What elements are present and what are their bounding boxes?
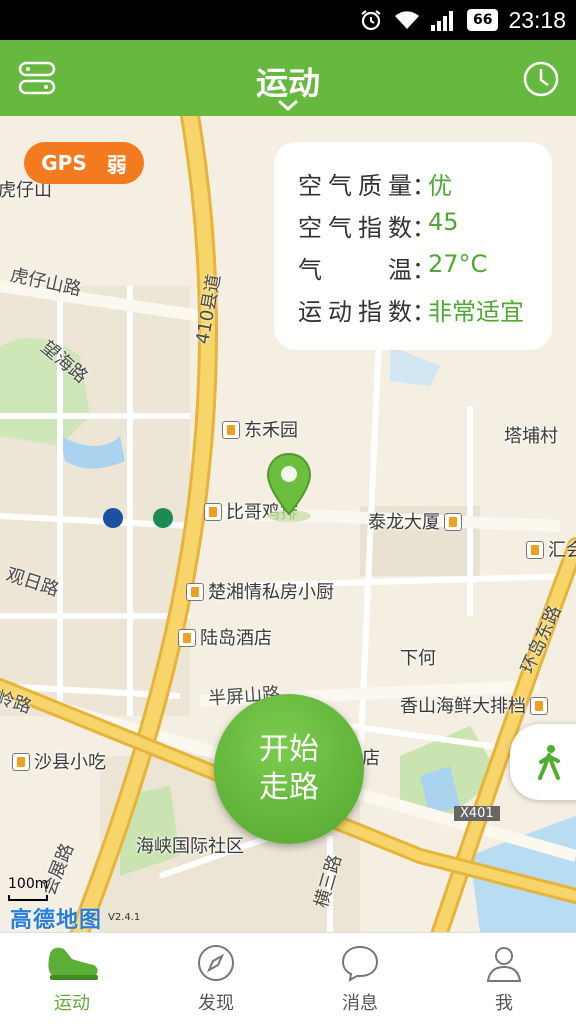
nav-label: 消息 bbox=[342, 993, 378, 1014]
info-value: 非常适宜 bbox=[428, 298, 524, 326]
hotel-icon bbox=[178, 629, 196, 647]
nav-label: 发现 bbox=[198, 993, 234, 1014]
chevron-down-icon[interactable] bbox=[276, 98, 300, 112]
poi-ludao-hotel[interactable]: 陆岛酒店 bbox=[178, 624, 272, 650]
gps-strength: 弱 bbox=[106, 152, 127, 177]
history-button[interactable] bbox=[522, 60, 560, 98]
map-label: X401 bbox=[454, 806, 500, 821]
poi-tailong-dasha[interactable]: 泰龙大厦 bbox=[368, 508, 466, 534]
wifi-icon bbox=[394, 11, 419, 29]
battery-indicator: 66 bbox=[466, 9, 499, 31]
temperature-row: 气温 ： 27°C bbox=[298, 250, 552, 292]
person-icon bbox=[486, 947, 522, 982]
restaurant-icon bbox=[204, 503, 222, 521]
restaurant-icon bbox=[186, 583, 204, 601]
chat-bubble-icon bbox=[341, 945, 379, 982]
poi-hui[interactable]: 汇会 bbox=[526, 536, 576, 562]
nav-item-discover[interactable]: 发现 bbox=[144, 933, 288, 1024]
map-scale: 100m bbox=[8, 876, 49, 892]
compass-icon bbox=[198, 945, 234, 981]
map-label: 塔埔村 bbox=[504, 426, 558, 447]
status-bar: 66 23:18 bbox=[0, 0, 576, 40]
info-key: 空气质量 bbox=[298, 172, 412, 200]
info-separator: ： bbox=[412, 256, 436, 284]
app-header: 运动 bbox=[0, 40, 576, 116]
air-quality-row: 空气质量 ： 优 bbox=[298, 166, 552, 208]
map-label: 下何 bbox=[400, 648, 436, 669]
info-separator: ： bbox=[412, 298, 436, 326]
map-label: 海峡国际社区 bbox=[136, 836, 244, 857]
info-value: 优 bbox=[428, 172, 452, 200]
map-logo: 高德地图 bbox=[10, 908, 103, 932]
clock-icon bbox=[523, 61, 559, 97]
poi-chuxiang[interactable]: 楚湘情私房小厨 bbox=[186, 578, 334, 604]
nav-item-me[interactable]: 我 bbox=[432, 933, 576, 1024]
poi-xiangshan[interactable]: 香山海鲜大排档 bbox=[400, 692, 552, 718]
start-walking-label: 开始走路 bbox=[259, 732, 319, 805]
map-version: V2.4.1 bbox=[108, 912, 141, 923]
poi-donghe-yuan[interactable]: 东禾园 bbox=[222, 416, 298, 442]
nav-item-messages[interactable]: 消息 bbox=[288, 933, 432, 1024]
gps-status-badge: GPS 弱 bbox=[24, 142, 144, 184]
info-value: 27°C bbox=[428, 250, 488, 278]
sneaker-icon bbox=[48, 947, 98, 980]
nav-item-exercise[interactable]: 运动 bbox=[0, 933, 144, 1024]
nav-label: 我 bbox=[495, 993, 513, 1014]
restaurant-icon bbox=[12, 753, 30, 771]
info-separator: ： bbox=[412, 172, 436, 200]
info-value: 45 bbox=[428, 208, 459, 236]
walking-person-icon bbox=[538, 745, 560, 780]
restaurant-icon bbox=[530, 697, 548, 715]
info-separator: ： bbox=[412, 214, 436, 242]
residence-icon bbox=[222, 421, 240, 439]
environment-info-card: 空气质量 ： 优 空气指数 ： 45 气温 ： 27°C 运动指数 ： 非常适宜 bbox=[274, 142, 552, 350]
info-key: 运动指数 bbox=[298, 298, 412, 326]
map-scale-bar bbox=[8, 895, 48, 901]
alarm-icon bbox=[361, 10, 381, 31]
exercise-index-row: 运动指数 ： 非常适宜 bbox=[298, 292, 552, 334]
nav-label: 运动 bbox=[54, 993, 90, 1014]
walk-mode-tab[interactable] bbox=[510, 724, 576, 800]
building-icon bbox=[526, 541, 544, 559]
map-label: 店 bbox=[362, 748, 380, 769]
bottom-nav: 运动 发现 消息 我 bbox=[0, 932, 576, 1024]
building-icon bbox=[444, 513, 462, 531]
start-walking-button[interactable]: 开始走路 bbox=[214, 694, 364, 844]
gps-label: GPS bbox=[41, 151, 87, 175]
poi-shaxian[interactable]: 沙县小吃 bbox=[12, 748, 106, 774]
signal-icon bbox=[430, 11, 453, 31]
info-key: 空气指数 bbox=[298, 214, 412, 242]
air-index-row: 空气指数 ： 45 bbox=[298, 208, 552, 250]
info-key: 气温 bbox=[298, 256, 412, 284]
location-pin-icon[interactable] bbox=[264, 452, 314, 526]
clock-time: 23:18 bbox=[508, 6, 566, 33]
